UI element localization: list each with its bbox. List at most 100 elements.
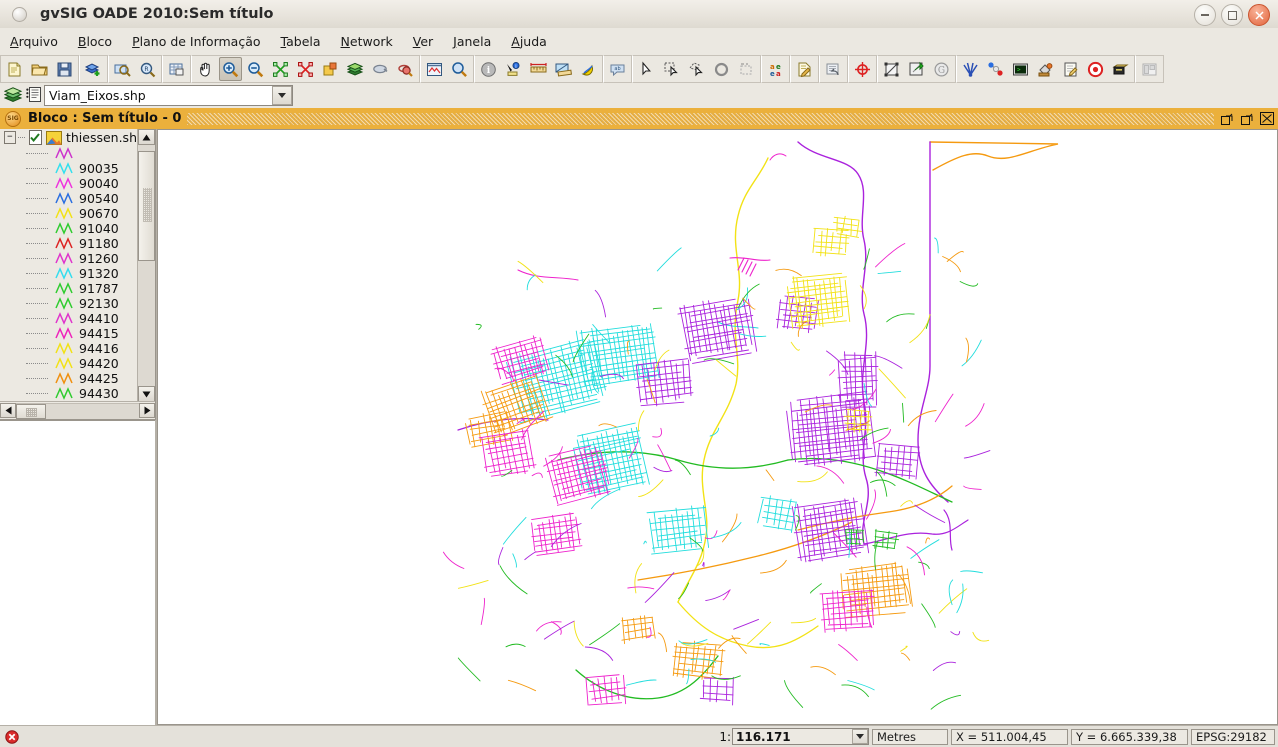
legend-class-item[interactable]: 94420 (0, 356, 137, 371)
menu-ajuda[interactable]: Ajuda (501, 31, 557, 52)
zoom-extent-icon[interactable] (448, 57, 471, 81)
legend-class-item[interactable]: 91260 (0, 251, 137, 266)
menu-plano-de-informacao[interactable]: Plano de Informação (122, 31, 270, 52)
scroll-right-button[interactable] (139, 403, 155, 418)
layer-visibility-checkbox[interactable] (29, 130, 42, 145)
legend-class-label: 94420 (79, 356, 119, 371)
collapse-expander-icon[interactable]: − (4, 131, 16, 144)
label-aea-icon[interactable]: aeea (764, 57, 787, 81)
zoom-out-icon[interactable] (244, 57, 267, 81)
maximize-button[interactable] (1221, 4, 1243, 26)
add-layer-icon[interactable] (82, 57, 105, 81)
menu-arquivo[interactable]: Arquivo (0, 31, 68, 52)
crosshair-target-icon[interactable] (851, 57, 874, 81)
toc-horizontal-scrollbar[interactable] (0, 401, 155, 419)
maximize-icon[interactable] (1240, 112, 1254, 125)
active-layer-combo[interactable]: Viam_Eixos.shp (44, 85, 293, 106)
legend-class-item[interactable]: 90670 (0, 206, 137, 221)
zoom-selection-icon[interactable] (294, 57, 317, 81)
legend-class-item[interactable]: 91180 (0, 236, 137, 251)
window-controls (1194, 4, 1270, 26)
scroll-down-button[interactable] (138, 386, 155, 402)
toc-hscroll-thumb[interactable] (16, 404, 46, 419)
toc-hscroll-track[interactable] (16, 403, 139, 419)
pan-hand-icon[interactable] (194, 57, 217, 81)
menu-tabela[interactable]: Tabela (271, 31, 331, 52)
layout-panel-icon[interactable] (1138, 57, 1161, 81)
toc-scroll-thumb[interactable] (138, 151, 155, 261)
restore-down-icon[interactable] (1220, 112, 1234, 125)
select-by-circle-icon[interactable] (710, 57, 733, 81)
chevron-down-icon[interactable] (272, 86, 292, 105)
legend-class-item[interactable]: 91040 (0, 221, 137, 236)
legend-class-item[interactable]: 92130 (0, 296, 137, 311)
zoom-next-view-icon[interactable] (394, 57, 417, 81)
catalog-icon[interactable] (577, 57, 600, 81)
raster-transform-icon[interactable] (880, 57, 903, 81)
locator-map-icon[interactable] (423, 57, 446, 81)
speech-balloon-icon[interactable]: ab (606, 57, 629, 81)
molecule-network-icon[interactable] (984, 57, 1007, 81)
frame-icon[interactable] (319, 57, 342, 81)
pointer-arrow-icon[interactable] (635, 57, 658, 81)
zoom-to-layer-icon[interactable] (111, 57, 134, 81)
edit-properties-icon[interactable] (793, 57, 816, 81)
legend-class-item[interactable]: 91320 (0, 266, 137, 281)
menu-janela[interactable]: Janela (443, 31, 501, 52)
export-raster-icon[interactable] (905, 57, 928, 81)
undo-command-icon[interactable] (822, 57, 845, 81)
toc-vertical-scrollbar[interactable] (137, 129, 155, 402)
console-terminal-icon[interactable]: > (1009, 57, 1032, 81)
toc-scroll-track[interactable] (138, 145, 155, 386)
legend-class-item[interactable]: 94410 (0, 311, 137, 326)
close-button[interactable] (1248, 4, 1270, 26)
legend-class-item[interactable]: 94425 (0, 371, 137, 386)
minimize-button[interactable] (1194, 4, 1216, 26)
error-badge-icon[interactable] (5, 730, 19, 744)
scale-label: 1: (719, 730, 731, 744)
info-icon[interactable]: i (477, 57, 500, 81)
tree-guide (26, 168, 48, 170)
open-folder-icon[interactable] (28, 57, 51, 81)
paint-bucket-icon[interactable] (1034, 57, 1057, 81)
line-symbol-icon (54, 327, 74, 340)
legend-class-item[interactable]: 90035 (0, 161, 137, 176)
menu-ver[interactable]: Ver (403, 31, 443, 52)
select-by-polygon-icon[interactable] (685, 57, 708, 81)
chevron-down-icon[interactable] (852, 729, 868, 744)
scroll-left-button[interactable] (0, 403, 16, 418)
new-document-icon[interactable] (3, 57, 26, 81)
legend-class-item[interactable]: 90040 (0, 176, 137, 191)
zoom-in-icon[interactable] (219, 57, 242, 81)
legend-class-item[interactable]: 94415 (0, 326, 137, 341)
zoom-previous-icon[interactable]: R (136, 57, 159, 81)
zoom-full-extent-icon[interactable] (269, 57, 292, 81)
menu-bloco[interactable]: Bloco (68, 31, 122, 52)
legend-class-item[interactable]: 91787 (0, 281, 137, 296)
legend-class-item[interactable]: 94430 (0, 386, 137, 401)
inner-frame-titlebar: SIG Bloco : Sem título - 0 (0, 108, 1278, 130)
scale-combo[interactable]: 116.171 (732, 728, 869, 745)
map-canvas[interactable] (157, 129, 1278, 725)
georeference-icon[interactable]: G (930, 57, 953, 81)
legend-class-item[interactable]: 90540 (0, 191, 137, 206)
measure-distance-icon[interactable] (527, 57, 550, 81)
layer-tree-root[interactable]: − thiessen.sh (0, 129, 137, 146)
scroll-up-button[interactable] (138, 129, 155, 145)
select-by-rectangle-icon[interactable] (660, 57, 683, 81)
hyperlink-icon[interactable]: i (502, 57, 525, 81)
save-disk-icon[interactable] (53, 57, 76, 81)
measure-area-icon[interactable] (552, 57, 575, 81)
menu-network[interactable]: Network (331, 31, 403, 52)
table-properties-icon[interactable] (165, 57, 188, 81)
legend-class-item[interactable]: 94416 (0, 341, 137, 356)
layers-stack-icon[interactable] (344, 57, 367, 81)
close-icon[interactable] (1260, 112, 1274, 125)
clear-selection-icon[interactable] (735, 57, 758, 81)
legend-class-item[interactable] (0, 146, 137, 161)
zoom-previous-view-icon[interactable] (369, 57, 392, 81)
target-record-icon[interactable] (1084, 57, 1107, 81)
edit-note-icon[interactable] (1059, 57, 1082, 81)
drawer-box-icon[interactable] (1109, 57, 1132, 81)
network-fan-icon[interactable] (959, 57, 982, 81)
